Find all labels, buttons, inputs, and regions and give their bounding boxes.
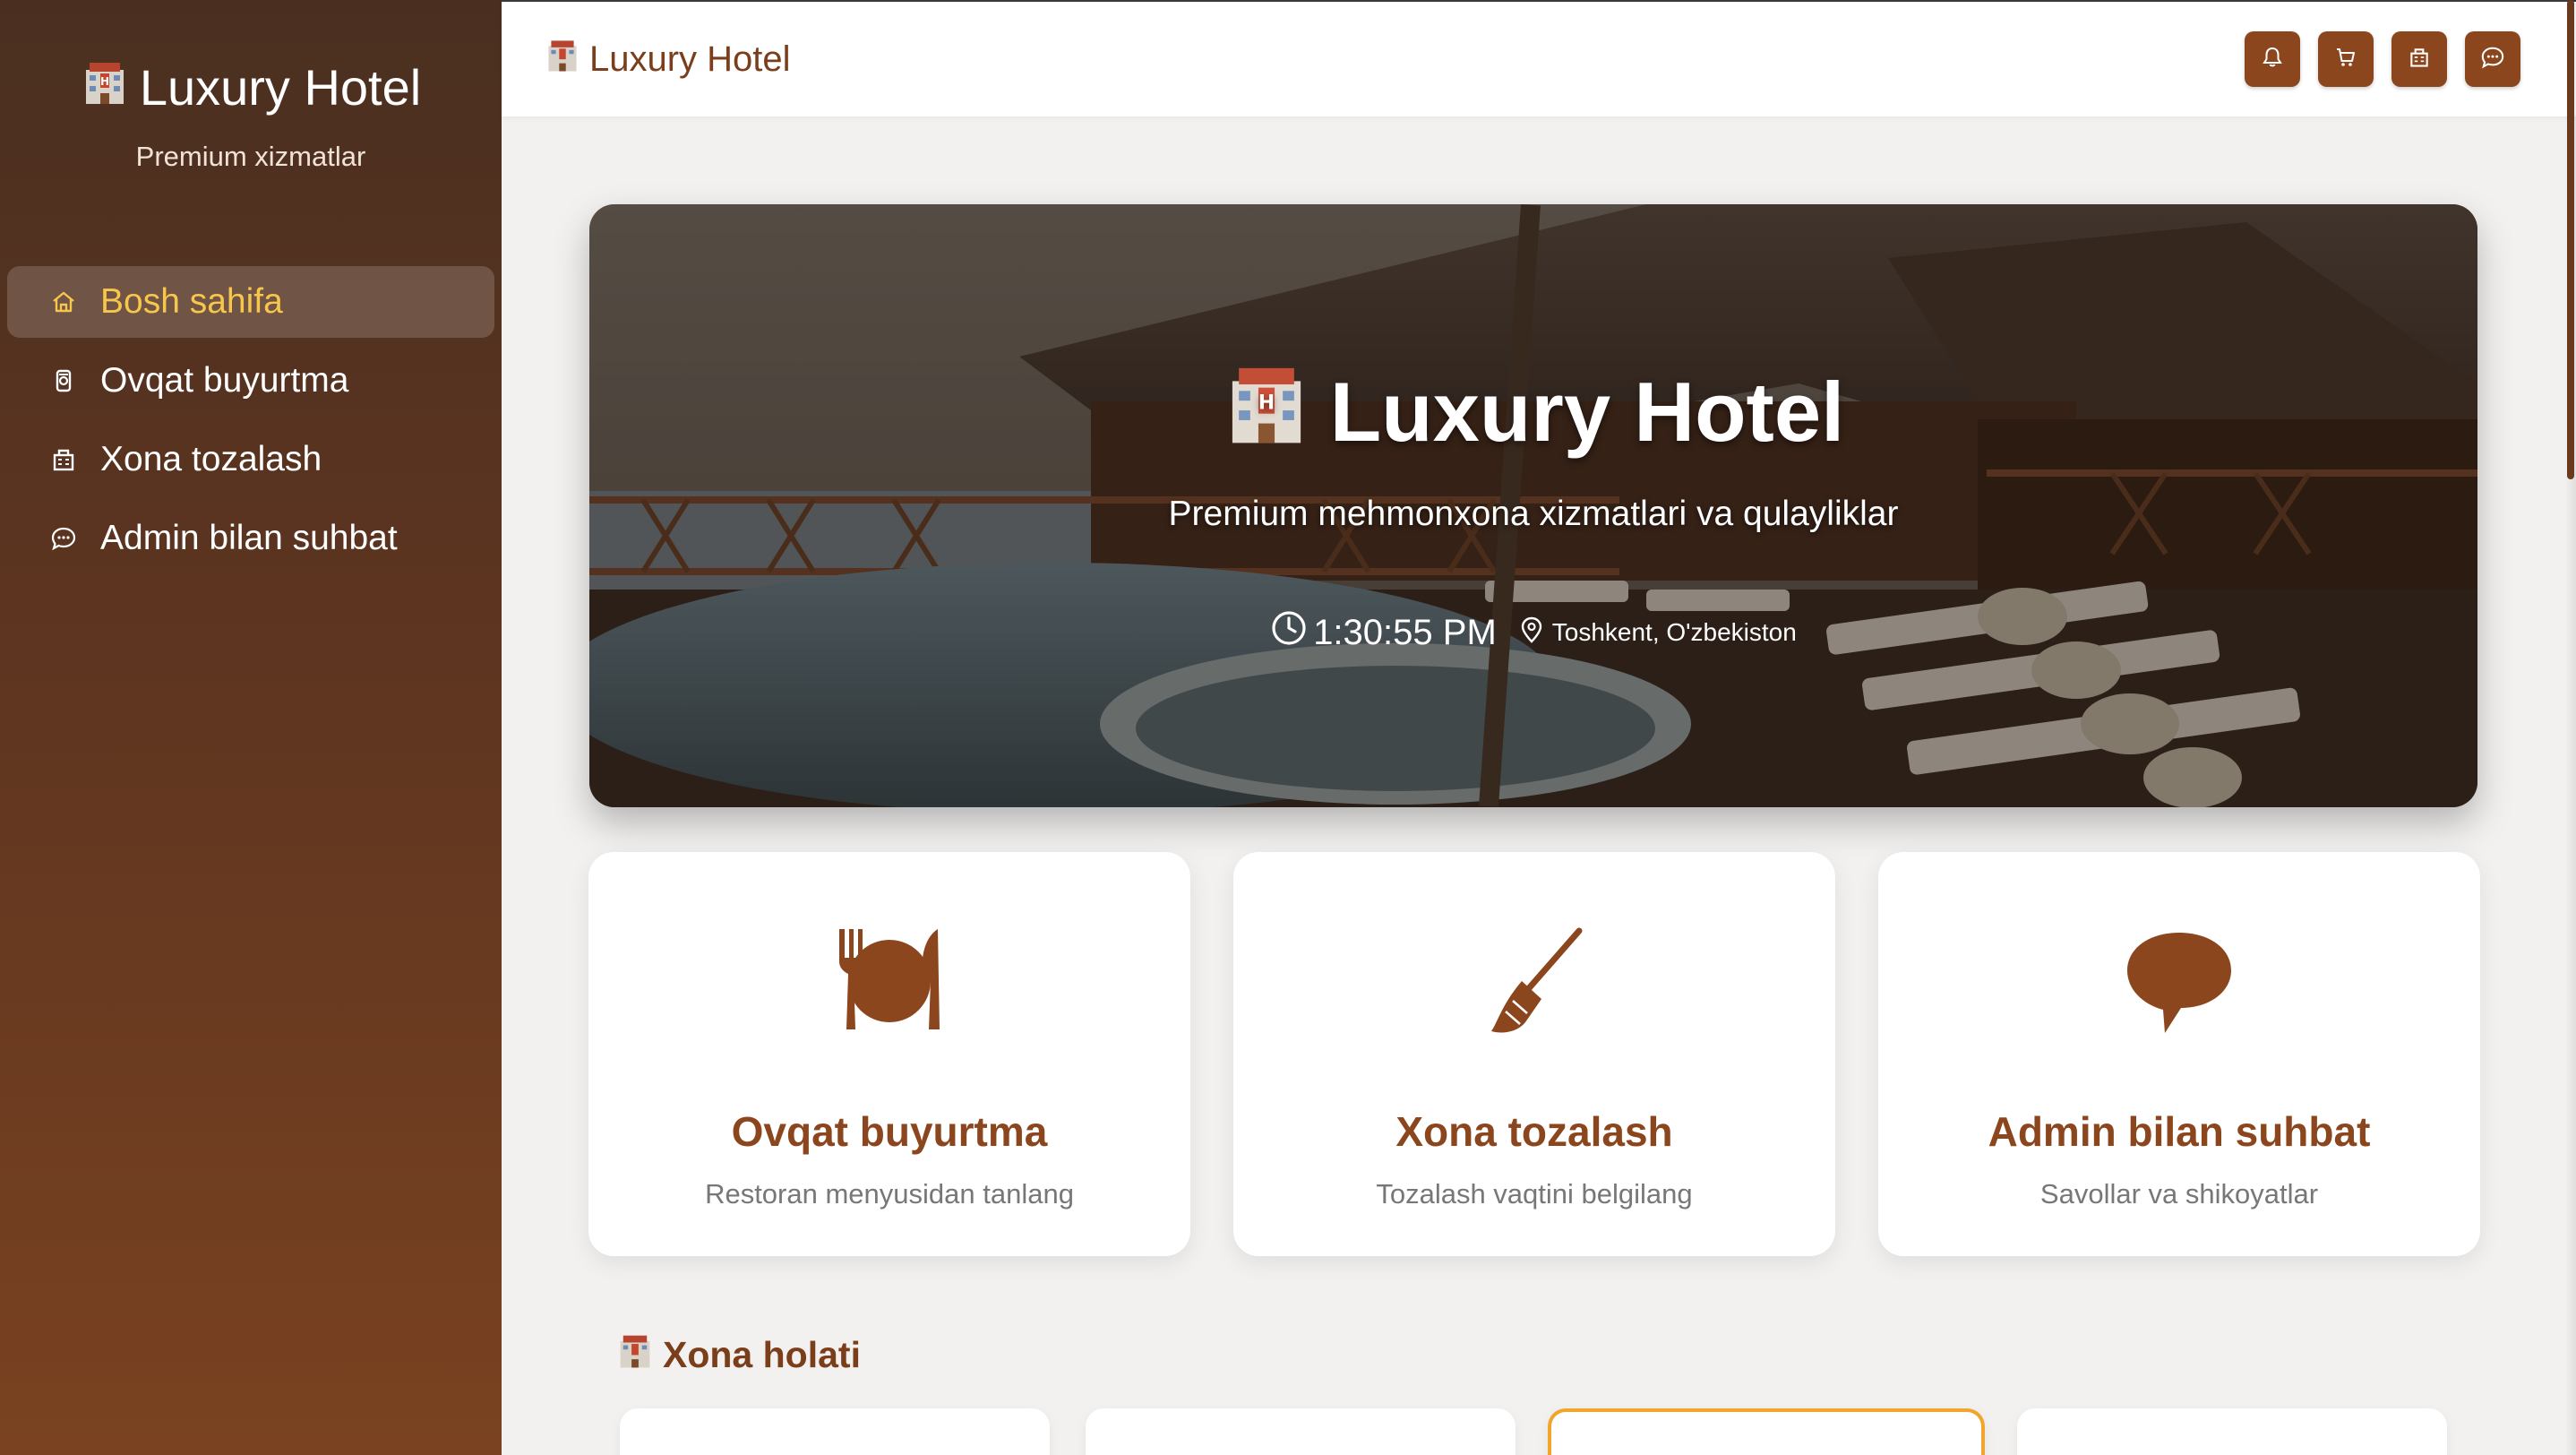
rooms-section-title: Xona holati xyxy=(616,1331,861,1378)
building-icon xyxy=(50,446,77,473)
room-card[interactable] xyxy=(1086,1408,1516,1455)
service-card-xona-tozalash[interactable]: Xona tozalash Tozalash vaqtini belgilang xyxy=(1233,852,1835,1256)
building-icon xyxy=(2408,46,2431,73)
service-card-ovqat-buyurtma[interactable]: Ovqat buyurtma Restoran menyusidan tanla… xyxy=(588,852,1190,1256)
sidebar-item-label: Admin bilan suhbat xyxy=(100,519,398,557)
sidebar-item-label: Bosh sahifa xyxy=(100,282,283,321)
hero-time: 1:30:55 PM xyxy=(1270,609,1497,656)
sidebar: H Luxury Hotel Premium xizmatlar Bosh sa… xyxy=(0,0,502,1455)
bell-icon xyxy=(2261,46,2284,73)
sidebar-item-label: Ovqat buyurtma xyxy=(100,361,349,400)
room-card[interactable] xyxy=(620,1408,1050,1455)
hero-title-text: Luxury Hotel xyxy=(1329,365,1845,459)
brand-title-text: Luxury Hotel xyxy=(139,59,422,116)
cart-button[interactable] xyxy=(2318,31,2374,87)
home-icon xyxy=(50,288,77,315)
hotel-icon: H xyxy=(81,57,129,117)
notifications-button[interactable] xyxy=(2245,31,2300,87)
chat-icon xyxy=(2480,45,2505,74)
sidebar-brand-subtitle: Premium xizmatlar xyxy=(135,141,366,172)
hero-time-text: 1:30:55 PM xyxy=(1313,612,1497,652)
chat-button[interactable] xyxy=(2465,31,2520,87)
speech-bubble-icon xyxy=(1878,926,2480,1042)
map-pin-icon xyxy=(1520,616,1543,650)
chat-icon xyxy=(50,525,77,552)
service-card-admin-bilan-suhbat[interactable]: Admin bilan suhbat Savollar va shikoyatl… xyxy=(1878,852,2480,1256)
top-actions xyxy=(2245,31,2520,87)
cleaning-button[interactable] xyxy=(2391,31,2447,87)
hero-location: Toshkent, O'zbekiston xyxy=(1520,616,1797,650)
sidebar-item-xona-tozalash[interactable]: Xona tozalash xyxy=(7,424,494,495)
sidebar-item-ovqat-buyurtma[interactable]: Ovqat buyurtma xyxy=(7,345,494,417)
sidebar-nav: Bosh sahifa Ovqat buyurtma Xona tozalash… xyxy=(0,266,502,574)
hotel-icon xyxy=(545,37,580,82)
hero-location-text: Toshkent, O'zbekiston xyxy=(1551,618,1797,646)
sidebar-brand: H Luxury Hotel Premium xizmatlar xyxy=(0,0,502,173)
sidebar-item-admin-bilan-suhbat[interactable]: Admin bilan suhbat xyxy=(7,503,494,574)
sidebar-item-label: Xona tozalash xyxy=(100,440,322,478)
hero-title: H Luxury Hotel xyxy=(589,358,2477,466)
rooms-section-title-text: Xona holati xyxy=(663,1333,861,1375)
clock-icon xyxy=(1270,609,1308,656)
hotel-icon: H xyxy=(1223,358,1310,466)
service-card-description: Tozalash vaqtini belgilang xyxy=(1376,1178,1693,1210)
hotel-icon xyxy=(616,1331,654,1378)
fork-plate-knife-icon xyxy=(588,926,1190,1042)
sidebar-item-bosh-sahifa[interactable]: Bosh sahifa xyxy=(7,266,494,338)
service-card-title: Ovqat buyurtma xyxy=(731,1108,1048,1155)
top-bar: Luxury Hotel xyxy=(502,0,2576,116)
service-card-description: Restoran menyusidan tanlang xyxy=(705,1178,1074,1210)
scrollbar-thumb[interactable] xyxy=(2567,0,2574,479)
page-title-text: Luxury Hotel xyxy=(589,39,791,79)
broom-icon xyxy=(1233,926,1835,1042)
service-card-title: Admin bilan suhbat xyxy=(1988,1108,2371,1155)
room-card-selected[interactable] xyxy=(1548,1408,1985,1455)
hero-content: H Luxury Hotel Premium mehmonxona xizmat… xyxy=(589,204,2477,807)
hero-banner: H Luxury Hotel Premium mehmonxona xizmat… xyxy=(589,204,2477,807)
utensils-icon xyxy=(50,367,77,394)
cart-icon xyxy=(2334,46,2357,73)
hero-meta: 1:30:55 PM Toshkent, O'zbekiston xyxy=(589,609,2477,656)
service-card-description: Savollar va shikoyatlar xyxy=(2039,1178,2319,1210)
page-title: Luxury Hotel xyxy=(545,37,791,82)
sidebar-brand-title: H Luxury Hotel xyxy=(0,57,502,117)
svg-text:H: H xyxy=(100,75,109,88)
hero-subtitle: Premium mehmonxona xizmatlari va qulayli… xyxy=(1168,495,1899,533)
room-card[interactable] xyxy=(2017,1408,2447,1455)
svg-text:H: H xyxy=(1258,392,1275,414)
service-card-title: Xona tozalash xyxy=(1395,1108,1673,1155)
